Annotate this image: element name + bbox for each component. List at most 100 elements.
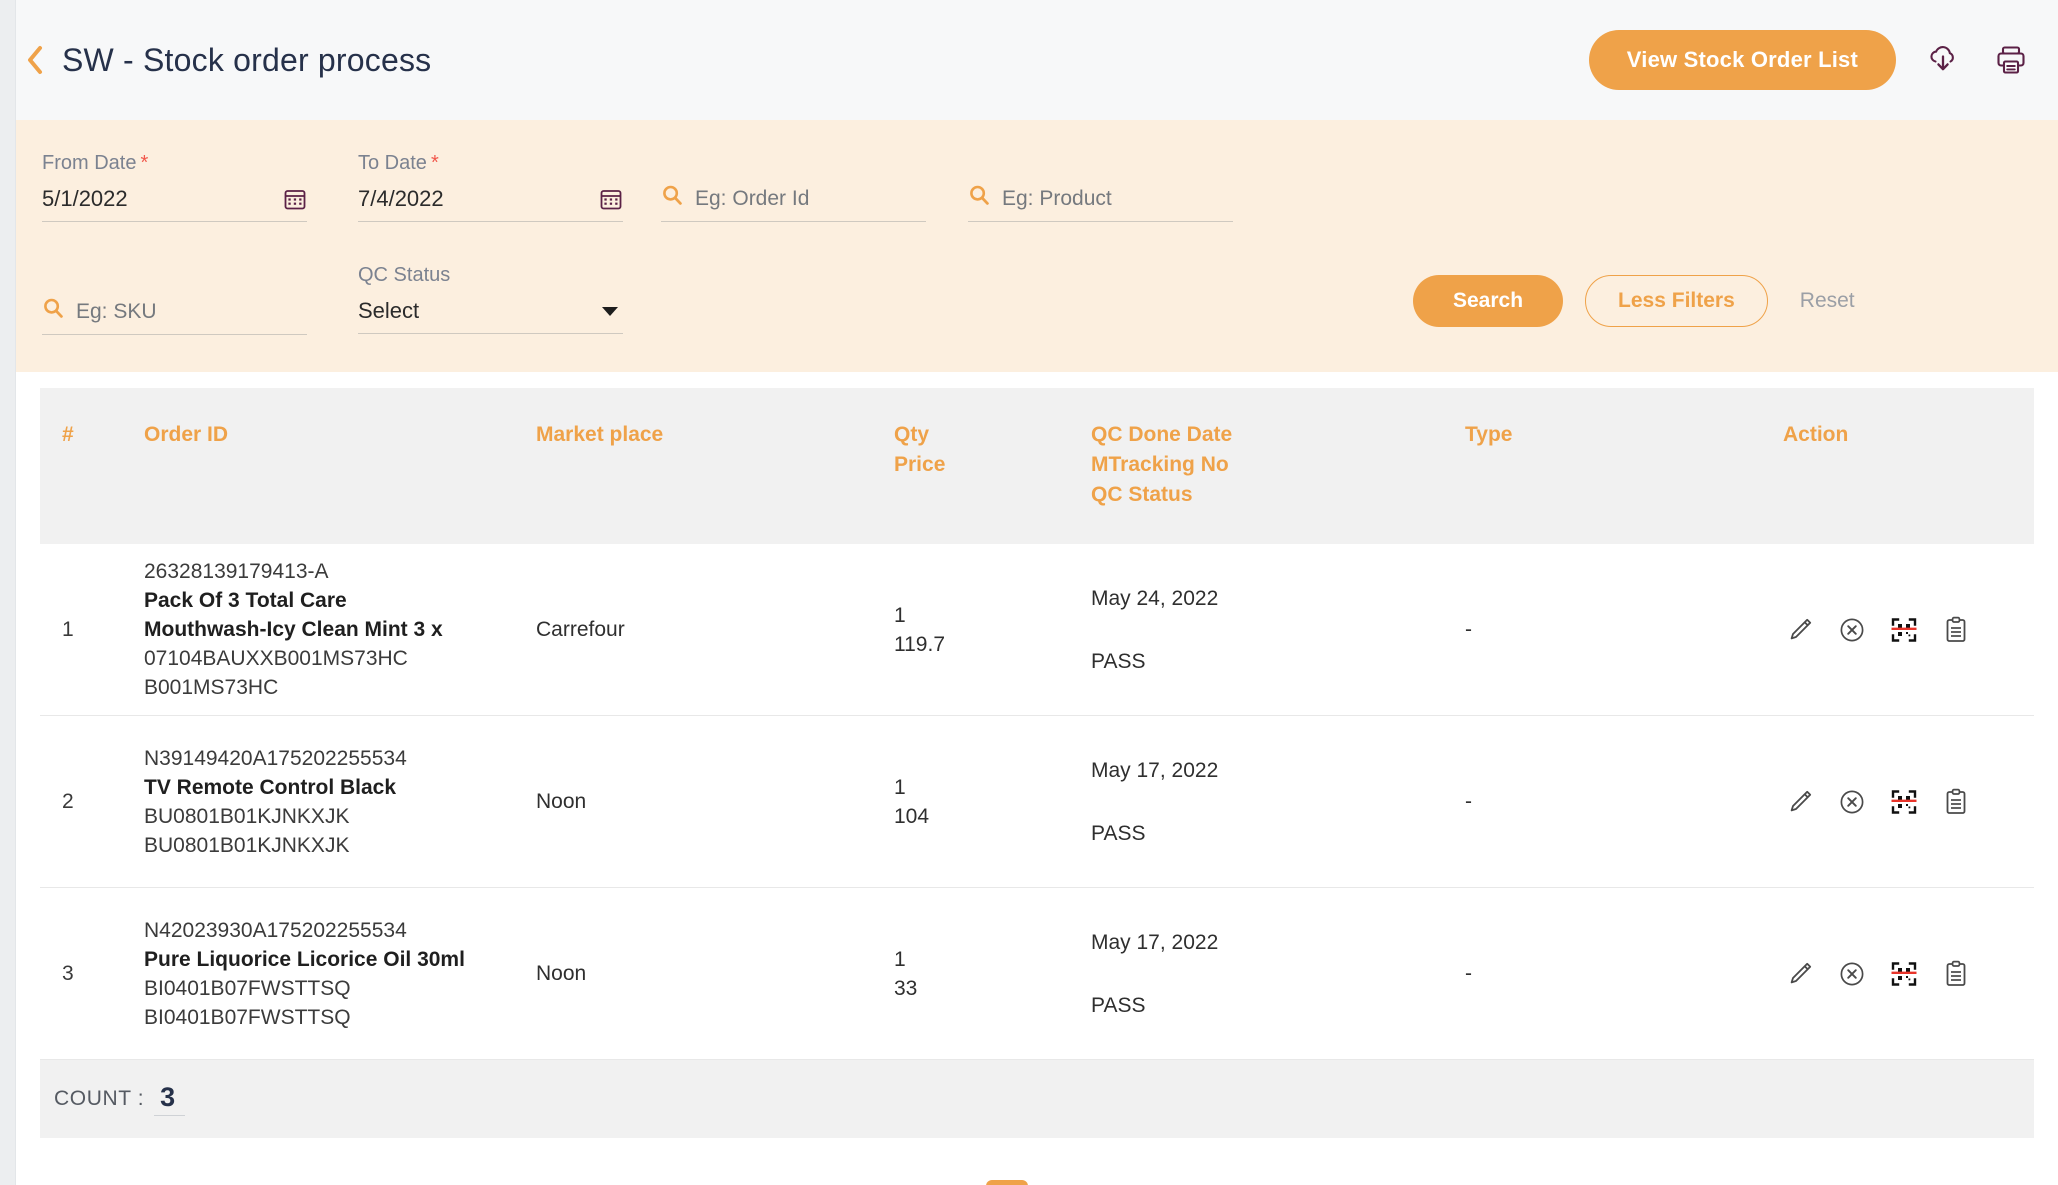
- column-header-qty-label: Qty: [894, 423, 930, 446]
- row-market-place: Noon: [536, 962, 587, 985]
- barcode-scan-icon[interactable]: [1887, 785, 1921, 819]
- qc-status-value: Select: [358, 298, 420, 323]
- column-header-price-label: Price: [894, 453, 946, 476]
- row-type: -: [1465, 790, 1472, 813]
- clipboard-icon[interactable]: [1939, 957, 1973, 991]
- row-sku-primary: BI0401B07FWSTTSQ: [144, 976, 351, 1000]
- row-actions: [1783, 785, 2034, 819]
- reset-button[interactable]: Reset: [1790, 277, 1865, 325]
- row-qc-cell: May 24, 2022 PASS: [1091, 584, 1465, 676]
- row-sku-secondary: BI0401B07FWSTTSQ: [144, 1005, 351, 1029]
- app-page: SW - Stock order process View Stock Orde…: [0, 0, 2058, 1185]
- cancel-circle-icon[interactable]: [1835, 613, 1869, 647]
- search-icon: [661, 184, 683, 211]
- qc-status-select[interactable]: QC Status Select: [358, 264, 623, 334]
- barcode-scan-icon[interactable]: [1887, 613, 1921, 647]
- row-market-place: Noon: [536, 790, 587, 813]
- cancel-circle-icon[interactable]: [1835, 785, 1869, 819]
- row-sku-primary: 07104BAUXXB001MS73HC: [144, 647, 408, 670]
- edit-pencil-icon[interactable]: [1783, 957, 1817, 991]
- to-date-label: To Date *: [358, 152, 439, 174]
- row-qc-done-date: May 17, 2022: [1091, 758, 1219, 782]
- table-row[interactable]: 1 26328139179413-A Pack Of 3 Total Care …: [40, 544, 2034, 716]
- row-qc-status: PASS: [1091, 649, 1146, 673]
- row-order-id: 26328139179413-A: [144, 560, 329, 583]
- clipboard-icon[interactable]: [1939, 785, 1973, 819]
- to-date-value: 7/4/2022: [358, 186, 444, 211]
- to-date-field[interactable]: To Date * 7/4/2022: [358, 152, 623, 222]
- search-button[interactable]: Search: [1413, 275, 1564, 327]
- order-id-field[interactable]: Eg: Order Id: [661, 184, 926, 222]
- row-order-cell: 26328139179413-A Pack Of 3 Total Care Mo…: [144, 557, 536, 702]
- table-row[interactable]: 2 N39149420A175202255534 TV Remote Contr…: [40, 716, 2034, 888]
- row-actions: [1783, 957, 2034, 991]
- view-stock-order-list-button[interactable]: View Stock Order List: [1588, 30, 1896, 90]
- chevron-left-icon[interactable]: [22, 40, 48, 80]
- row-qty-price-cell: 1 119.7: [894, 601, 1091, 659]
- chevron-down-icon[interactable]: [601, 304, 619, 322]
- row-order-id: N42023930A175202255534: [144, 918, 407, 942]
- orders-table: # Order ID Market place Qty Price QC Don…: [40, 388, 2034, 1185]
- left-rail: [0, 0, 16, 1185]
- from-date-label: From Date *: [42, 152, 149, 174]
- row-price: 33: [894, 976, 918, 1000]
- cancel-circle-icon[interactable]: [1835, 957, 1869, 991]
- column-header-qc-status: QC Status: [1091, 483, 1193, 506]
- column-header-qc-done-date: QC Done Date: [1091, 423, 1233, 446]
- count-label: COUNT :: [54, 1087, 145, 1110]
- results-section: # Order ID Market place Qty Price QC Don…: [16, 372, 2058, 1185]
- row-order-cell: N39149420A175202255534 TV Remote Control…: [144, 744, 536, 860]
- count-bar: COUNT : 3: [40, 1060, 2034, 1138]
- row-sku-secondary: B001MS73HC: [144, 676, 279, 699]
- clipboard-icon[interactable]: [1939, 613, 1973, 647]
- row-qty-price-cell: 1 33: [894, 945, 1091, 1003]
- cloud-download-icon[interactable]: [1922, 39, 1964, 81]
- page-title: SW - Stock order process: [62, 41, 432, 78]
- row-product-name: Pure Liquorice Licorice Oil 30ml: [144, 947, 465, 971]
- from-date-value: 5/1/2022: [42, 186, 128, 211]
- row-price: 119.7: [894, 632, 945, 656]
- column-header-order-id: Order ID: [144, 423, 229, 446]
- row-num: 3: [62, 962, 74, 985]
- table-header-row: # Order ID Market place Qty Price QC Don…: [40, 388, 2034, 544]
- printer-icon[interactable]: [1990, 39, 2032, 81]
- calendar-icon[interactable]: [283, 187, 307, 216]
- edit-pencil-icon[interactable]: [1783, 785, 1817, 819]
- product-field[interactable]: Eg: Product: [968, 184, 1233, 222]
- row-qty: 1: [894, 603, 906, 627]
- chevron-right-icon[interactable]: [1054, 1180, 1088, 1185]
- row-sku-primary: BU0801B01KJNKXJK: [144, 804, 350, 828]
- row-qc-status: PASS: [1091, 821, 1146, 845]
- row-type: -: [1465, 962, 1472, 985]
- row-order-cell: N42023930A175202255534 Pure Liquorice Li…: [144, 916, 536, 1032]
- calendar-icon[interactable]: [599, 187, 623, 216]
- column-header-action: Action: [1783, 423, 1849, 446]
- pagination-page-1[interactable]: 1: [986, 1180, 1028, 1185]
- sku-field[interactable]: Eg: SKU: [42, 297, 307, 335]
- filter-panel: From Date * 5/1/2022 To Date * 7/4/2022 …: [16, 120, 2058, 372]
- edit-pencil-icon[interactable]: [1783, 613, 1817, 647]
- required-marker: *: [140, 152, 149, 174]
- column-header-qc: QC Done Date MTracking No QC Status: [1091, 418, 1465, 510]
- row-qc-cell: May 17, 2022 PASS: [1091, 928, 1465, 1020]
- row-qc-status: PASS: [1091, 993, 1146, 1017]
- row-actions: [1783, 613, 2034, 647]
- less-filters-button[interactable]: Less Filters: [1585, 275, 1768, 327]
- from-date-field[interactable]: From Date * 5/1/2022: [42, 152, 307, 222]
- row-qty: 1: [894, 947, 906, 971]
- row-product-name: TV Remote Control Black: [144, 775, 397, 799]
- header-right-group: View Stock Order List: [1588, 30, 2032, 90]
- column-header-type: Type: [1465, 423, 1513, 446]
- table-row[interactable]: 3 N42023930A175202255534 Pure Liquorice …: [40, 888, 2034, 1060]
- pagination: 1: [40, 1138, 2034, 1185]
- row-num: 2: [62, 790, 74, 813]
- column-header-num: #: [62, 423, 74, 446]
- search-icon: [968, 184, 990, 211]
- row-qty-price-cell: 1 104: [894, 773, 1091, 831]
- required-marker: *: [430, 152, 439, 174]
- row-type: -: [1465, 618, 1472, 641]
- order-id-placeholder: Eg: Order Id: [695, 187, 810, 210]
- sku-placeholder: Eg: SKU: [76, 300, 157, 323]
- row-market-place: Carrefour: [536, 618, 625, 641]
- barcode-scan-icon[interactable]: [1887, 957, 1921, 991]
